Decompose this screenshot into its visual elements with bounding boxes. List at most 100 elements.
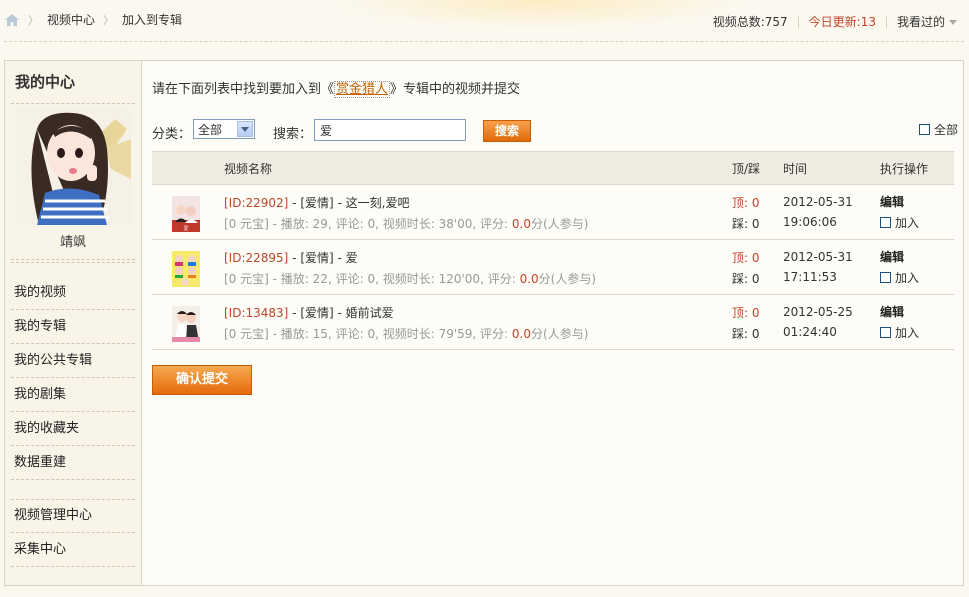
- table-row: 爱 [ID:22902] - [爱情] - 这一刻,爱吧 [0 元宝] - 播放…: [152, 185, 954, 240]
- search-button[interactable]: 搜索: [483, 120, 531, 142]
- separator-text: -: [288, 196, 301, 210]
- video-thumbnail[interactable]: [172, 251, 200, 287]
- sidebar-item-my-videos[interactable]: 我的视频: [5, 276, 141, 310]
- separator-text: -: [333, 196, 346, 210]
- confirm-submit-button[interactable]: 确认提交: [152, 365, 252, 395]
- video-duration: 120'00: [438, 272, 481, 286]
- total-videos-label: 视频总数:: [712, 15, 765, 29]
- video-title[interactable]: 婚前试爱: [346, 306, 394, 320]
- video-thumbnail[interactable]: [172, 306, 200, 342]
- col-time: 时间: [783, 162, 808, 176]
- join-checkbox[interactable]: [880, 217, 891, 228]
- video-id[interactable]: [ID:22895]: [224, 251, 288, 265]
- video-duration: 79'59: [438, 327, 473, 341]
- sidebar-nav: 我的视频 我的专辑 我的公共专辑 我的剧集 我的收藏夹 数据重建: [5, 276, 141, 480]
- username[interactable]: 靖飒: [5, 231, 141, 250]
- separator-text: -: [333, 306, 346, 320]
- avatar[interactable]: [15, 109, 131, 225]
- table-row: [ID:22895] - [爱情] - 爱 [0 元宝] - 播放: 22, 评…: [152, 240, 954, 295]
- header-divider: [4, 41, 964, 42]
- filter-bar: 分类： 全部 搜索： 爱 搜索 全部: [152, 119, 958, 143]
- caret-down-icon: [949, 20, 957, 25]
- video-score: 0.0: [511, 327, 532, 341]
- vote-up: 顶: 0: [732, 196, 760, 210]
- history-dropdown[interactable]: 我看过的: [897, 13, 957, 30]
- chevron-right-icon: 〉: [103, 13, 115, 27]
- edit-link[interactable]: 编辑: [880, 193, 904, 210]
- plays-label: - 播放:: [268, 217, 313, 231]
- join-option[interactable]: 加入: [880, 214, 919, 231]
- sidebar-item-my-albums[interactable]: 我的专辑: [5, 310, 141, 344]
- search-label: 搜索：: [273, 127, 313, 142]
- total-videos-count: 757: [764, 14, 788, 29]
- video-category[interactable]: [爱情]: [300, 306, 333, 320]
- join-checkbox[interactable]: [880, 272, 891, 283]
- today-updates-label: 今日更新:: [808, 15, 861, 29]
- video-date: 2012-05-25: [783, 305, 853, 319]
- video-id[interactable]: [ID:13483]: [224, 306, 288, 320]
- separator-text: -: [333, 251, 346, 265]
- breadcrumb-item-video-center[interactable]: 视频中心: [47, 11, 95, 28]
- video-title[interactable]: 爱: [346, 251, 358, 265]
- sidebar-item-rebuild-data[interactable]: 数据重建: [5, 446, 141, 480]
- video-price: [0 元宝]: [224, 272, 269, 286]
- col-votes: 顶/踩: [732, 162, 761, 176]
- home-icon[interactable]: [4, 13, 20, 27]
- video-meta-line: [0 元宝] - 播放: 29, 评论: 0, 视频时长: 38'00, 评分:…: [224, 215, 588, 232]
- video-score: 0.0: [519, 272, 539, 286]
- site-stats: 视频总数: 757 今日更新: 13 我看过的: [713, 13, 957, 30]
- vote-down: 踩: 0: [732, 217, 760, 231]
- search-input[interactable]: 爱: [314, 119, 466, 141]
- vote-up: 顶: 0: [732, 251, 760, 265]
- duration-label: , 视频时长:: [375, 217, 439, 231]
- video-title-line: [ID:22902] - [爱情] - 这一刻,爱吧: [224, 194, 410, 211]
- video-meta-line: [0 元宝] - 播放: 15, 评论: 0, 视频时长: 79'59, 评分:…: [224, 325, 588, 342]
- duration-label: , 视频时长:: [375, 327, 439, 341]
- sidebar-item-my-favorites[interactable]: 我的收藏夹: [5, 412, 141, 446]
- select-all-checkbox[interactable]: [918, 124, 930, 135]
- video-comments: 0: [367, 272, 376, 286]
- edit-link[interactable]: 编辑: [880, 303, 904, 320]
- video-id[interactable]: [ID:22902]: [224, 196, 288, 210]
- select-all[interactable]: 全部: [918, 121, 958, 138]
- video-plays: 22: [312, 272, 328, 286]
- video-thumbnail[interactable]: 爱: [172, 196, 200, 232]
- video-category[interactable]: [爱情]: [300, 196, 333, 210]
- sidebar-item-my-public-albums[interactable]: 我的公共专辑: [5, 344, 141, 378]
- vote-down: 踩: 0: [732, 327, 760, 341]
- svg-text:爱: 爱: [183, 225, 188, 232]
- join-label: 加入: [895, 216, 920, 230]
- video-category[interactable]: [爱情]: [300, 251, 333, 265]
- select-all-label: 全部: [933, 123, 958, 137]
- comments-label: , 评论:: [327, 217, 368, 231]
- score-label: , 评分:: [480, 272, 520, 286]
- divider: [11, 262, 135, 263]
- breadcrumb: 〉 视频中心 〉 加入到专辑: [4, 11, 182, 28]
- join-option[interactable]: 加入: [880, 324, 919, 341]
- album-link[interactable]: 赏金猎人: [334, 81, 391, 98]
- video-comments: 0: [367, 327, 376, 341]
- video-title[interactable]: 这一刻,爱吧: [346, 196, 410, 210]
- category-value: 全部: [198, 123, 223, 137]
- sidebar-item-my-series[interactable]: 我的剧集: [5, 378, 141, 412]
- video-title-line: [ID:13483] - [爱情] - 婚前试爱: [224, 304, 394, 321]
- sidebar-item-video-management[interactable]: 视频管理中心: [5, 499, 141, 533]
- divider: [11, 103, 135, 104]
- history-label: 我看过的: [896, 15, 945, 29]
- separator-text: -: [288, 306, 301, 320]
- dropdown-arrow-icon[interactable]: [237, 121, 253, 137]
- join-checkbox[interactable]: [880, 327, 891, 338]
- video-plays: 15: [312, 327, 328, 341]
- col-actions: 执行操作: [880, 162, 929, 176]
- instruction-text: 请在下面列表中找到要加入到《 赏金猎人 》专辑中的视频并提交: [152, 78, 520, 98]
- edit-link[interactable]: 编辑: [880, 248, 904, 265]
- table-header: 视频名称 顶/踩 时间 执行操作: [152, 151, 954, 185]
- join-option[interactable]: 加入: [880, 269, 919, 286]
- category-select[interactable]: 全部: [193, 119, 255, 139]
- score-unit: 分(人参与): [531, 217, 589, 231]
- today-updates-count: 13: [860, 14, 876, 29]
- sidebar-item-collection-center[interactable]: 采集中心: [5, 533, 141, 567]
- comments-label: , 评论:: [327, 272, 368, 286]
- join-label: 加入: [895, 271, 920, 285]
- score-unit: 分(人参与): [538, 272, 597, 286]
